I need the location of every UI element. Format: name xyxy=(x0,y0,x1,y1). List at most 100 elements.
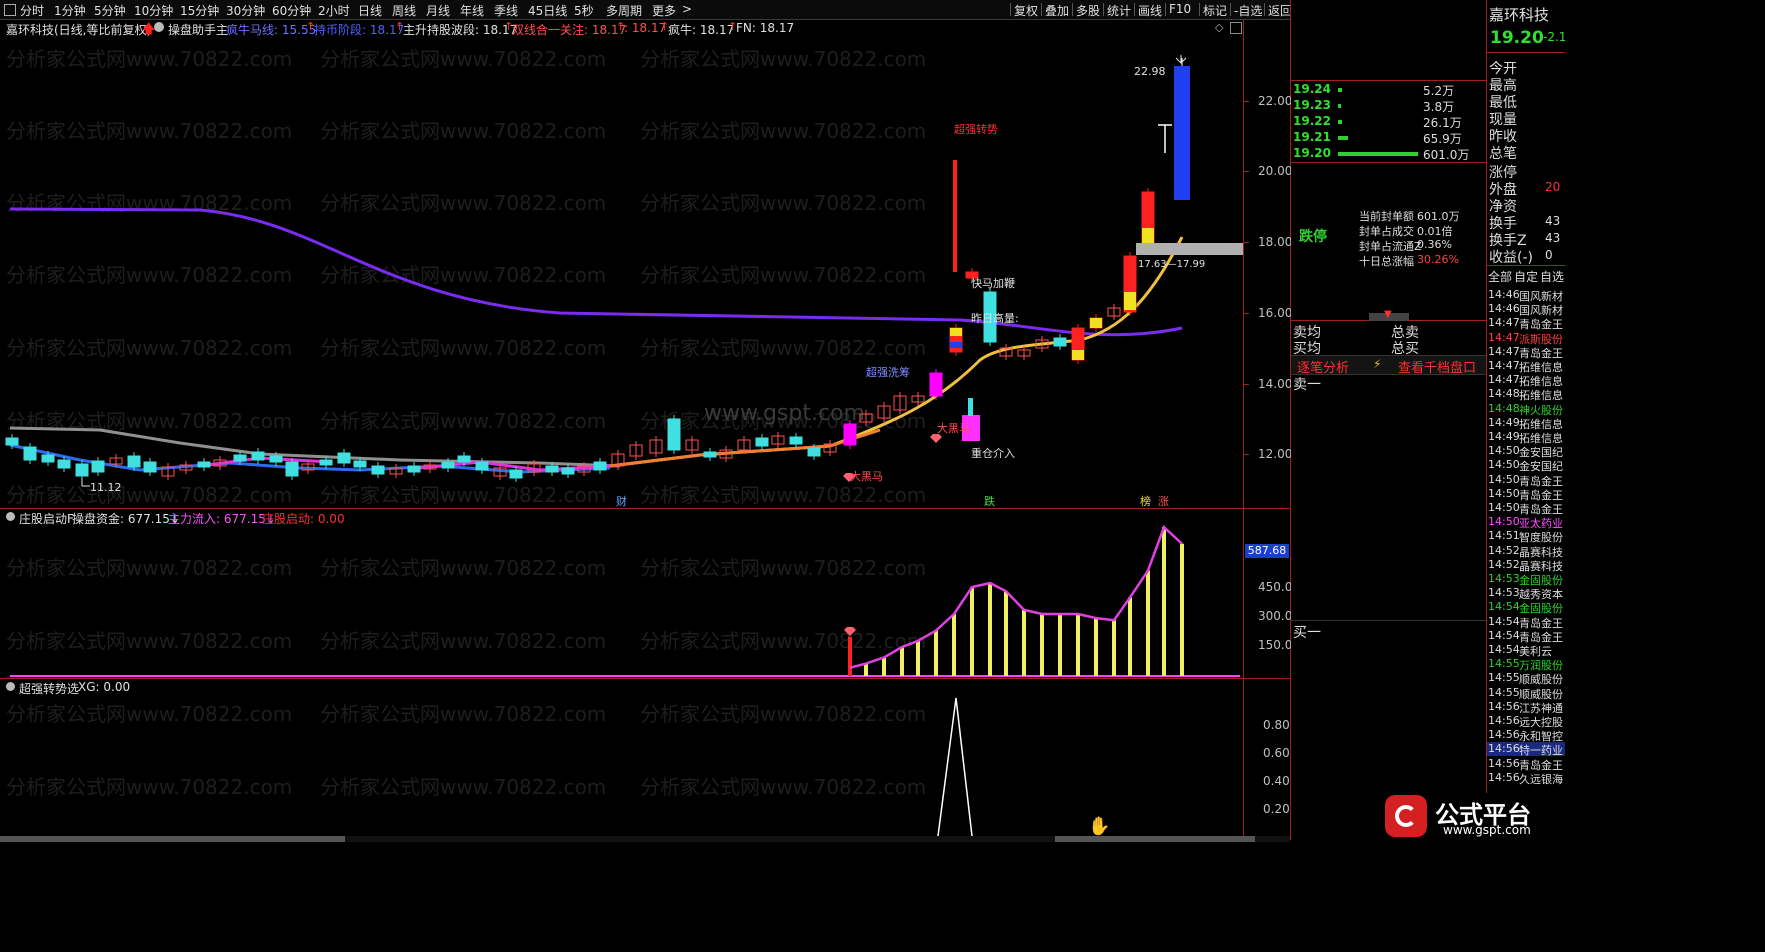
period-tab[interactable]: 月线 xyxy=(426,2,450,19)
news-row[interactable]: 14:50 青岛金王 xyxy=(1487,487,1565,502)
watermark-text: 分析家公式网www.70822.com xyxy=(640,483,926,507)
news-row[interactable]: 14:54 青岛金王 xyxy=(1487,629,1565,644)
news-row[interactable]: 14:51 智度股份 xyxy=(1487,529,1565,544)
news-row[interactable]: 14:56 特一药业 xyxy=(1487,742,1565,757)
more-chevron-icon[interactable]: > xyxy=(682,2,692,16)
toolbar-button[interactable]: 画线 xyxy=(1138,2,1162,19)
news-row[interactable]: 14:55 顺威股份 xyxy=(1487,686,1565,701)
news-row[interactable]: 14:54 美利云 xyxy=(1487,643,1565,658)
news-time: 14:51 xyxy=(1488,529,1520,543)
diamond-icon[interactable]: ◇ xyxy=(1215,21,1223,34)
watermark-text: 分析家公式网www.70822.com xyxy=(640,775,926,799)
period-tab[interactable]: 季线 xyxy=(494,2,518,19)
sub1-name[interactable]: 庄股启动F xyxy=(19,510,74,527)
period-tab[interactable]: 年线 xyxy=(460,2,484,19)
news-row[interactable]: 14:54 金固股份 xyxy=(1487,600,1565,615)
news-row[interactable]: 14:56 远大控股 xyxy=(1487,714,1565,729)
news-row[interactable]: 14:50 亚太药业 xyxy=(1487,515,1565,530)
toolbar-button[interactable]: 返回 xyxy=(1268,2,1292,19)
news-row[interactable]: 14:50 金安国纪 xyxy=(1487,444,1565,459)
volume-bar xyxy=(916,640,920,676)
watermark-text: 分析家公式网www.70822.com xyxy=(640,702,926,726)
bid-price: 19.23 xyxy=(1293,98,1331,112)
axis-tick-label: 0.40 xyxy=(1263,774,1290,788)
period-tab[interactable]: 更多 xyxy=(652,2,676,19)
news-row[interactable]: 14:55 万润股份 xyxy=(1487,657,1565,672)
indicator-toggle-icon[interactable] xyxy=(154,22,164,32)
axis-tick-label: 0.60 xyxy=(1263,746,1290,760)
info-value: 0.36% xyxy=(1417,238,1452,251)
period-tab[interactable]: 1分钟 xyxy=(54,2,86,19)
scrollbar-thumb[interactable] xyxy=(1055,836,1255,842)
news-row[interactable]: 14:56 江苏神通 xyxy=(1487,700,1565,715)
axis-tick xyxy=(1243,242,1249,243)
news-tab[interactable]: 自定 xyxy=(1514,268,1538,285)
toolbar-button[interactable]: 复权 xyxy=(1014,2,1038,19)
sub2-name[interactable]: 超强转势选 xyxy=(19,680,79,697)
axis-tick xyxy=(1243,101,1249,102)
window-icon[interactable] xyxy=(1230,22,1242,34)
period-tab[interactable]: 2小时 xyxy=(318,2,350,19)
period-tab[interactable]: 日线 xyxy=(358,2,382,19)
news-row[interactable]: 14:47 派斯股份 xyxy=(1487,331,1565,346)
period-tab[interactable]: 分时 xyxy=(20,2,44,19)
news-tab[interactable]: 自选 xyxy=(1540,268,1564,285)
news-row[interactable]: 14:55 顺威股份 xyxy=(1487,671,1565,686)
view-thousand-button[interactable]: 查看千档盘口 xyxy=(1398,357,1476,376)
news-row[interactable]: 14:50 青岛金王 xyxy=(1487,501,1565,516)
period-tab[interactable]: 15分钟 xyxy=(180,2,219,19)
candle xyxy=(91,460,105,473)
scrollbar-thumb[interactable] xyxy=(0,836,345,842)
toolbar-button[interactable]: 标记 xyxy=(1203,2,1227,19)
news-row[interactable]: 14:47 青岛金王 xyxy=(1487,345,1565,360)
news-row[interactable]: 14:49 拓维信息 xyxy=(1487,416,1565,431)
news-row[interactable]: 14:48 神火股份 xyxy=(1487,402,1565,417)
period-tab[interactable]: 多周期 xyxy=(606,2,642,19)
period-tab[interactable]: 5分钟 xyxy=(94,2,126,19)
watermark-text: 分析家公式网www.70822.com xyxy=(640,263,926,287)
news-row[interactable]: 14:52 晶赛科技 xyxy=(1487,544,1565,559)
news-row[interactable]: 14:47 拓维信息 xyxy=(1487,359,1565,374)
candle xyxy=(1053,337,1067,347)
panel-toggle-icon[interactable] xyxy=(4,4,16,16)
news-row[interactable]: 14:53 越秀资本 xyxy=(1487,586,1565,601)
period-tab[interactable]: 10分钟 xyxy=(134,2,173,19)
period-tab[interactable]: 5秒 xyxy=(574,2,594,19)
bid-volume: 26.1万 xyxy=(1423,116,1462,130)
news-row[interactable]: 14:47 青岛金王 xyxy=(1487,316,1565,331)
quote-value: 0 xyxy=(1545,248,1553,262)
axis-tick xyxy=(1243,454,1249,455)
news-row[interactable]: 14:56 永和智控 xyxy=(1487,728,1565,743)
news-time: 14:50 xyxy=(1488,458,1520,472)
news-row[interactable]: 14:47 拓维信息 xyxy=(1487,373,1565,388)
news-tab[interactable]: 全部 xyxy=(1488,268,1512,285)
toolbar-separator xyxy=(1134,3,1135,16)
news-row[interactable]: 14:46 国风新材 xyxy=(1487,288,1565,303)
toolbar-button[interactable]: 叠加 xyxy=(1045,2,1069,19)
toolbar-button[interactable]: 多股 xyxy=(1076,2,1100,19)
toolbar-button[interactable]: F10 xyxy=(1169,2,1191,16)
news-row[interactable]: 14:53 金固股份 xyxy=(1487,572,1565,587)
indicator-toggle-icon[interactable] xyxy=(6,512,15,521)
news-row[interactable]: 14:46 国风新材 xyxy=(1487,302,1565,317)
indicator-toggle-icon[interactable] xyxy=(6,682,15,691)
toolbar-button[interactable]: -自选 xyxy=(1234,2,1262,19)
chart-area[interactable]: 分析家公式网www.70822.com 分析家公式网www.70822.com 分析… xyxy=(0,36,1290,916)
period-tab[interactable]: 周线 xyxy=(392,2,416,19)
news-row[interactable]: 14:56 久远银海 xyxy=(1487,771,1565,786)
news-row[interactable]: 14:48 拓维信息 xyxy=(1487,387,1565,402)
news-row[interactable]: 14:56 青岛金王 xyxy=(1487,757,1565,772)
period-tab[interactable]: 60分钟 xyxy=(272,2,311,19)
toolbar-button[interactable]: 统计 xyxy=(1107,2,1131,19)
collapse-handle[interactable]: ▼ xyxy=(1369,309,1409,321)
news-row[interactable]: 14:50 金安国纪 xyxy=(1487,458,1565,473)
volume-bar xyxy=(1180,543,1184,676)
period-tab[interactable]: 45日线 xyxy=(528,2,567,19)
period-tab[interactable]: 30分钟 xyxy=(226,2,265,19)
news-row[interactable]: 14:54 青岛金王 xyxy=(1487,615,1565,630)
logo-url: www.gspt.com xyxy=(1443,823,1531,837)
candle xyxy=(127,455,141,468)
news-row[interactable]: 14:49 拓维信息 xyxy=(1487,430,1565,445)
news-row[interactable]: 14:52 晶赛科技 xyxy=(1487,558,1565,573)
news-row[interactable]: 14:50 青岛金王 xyxy=(1487,473,1565,488)
